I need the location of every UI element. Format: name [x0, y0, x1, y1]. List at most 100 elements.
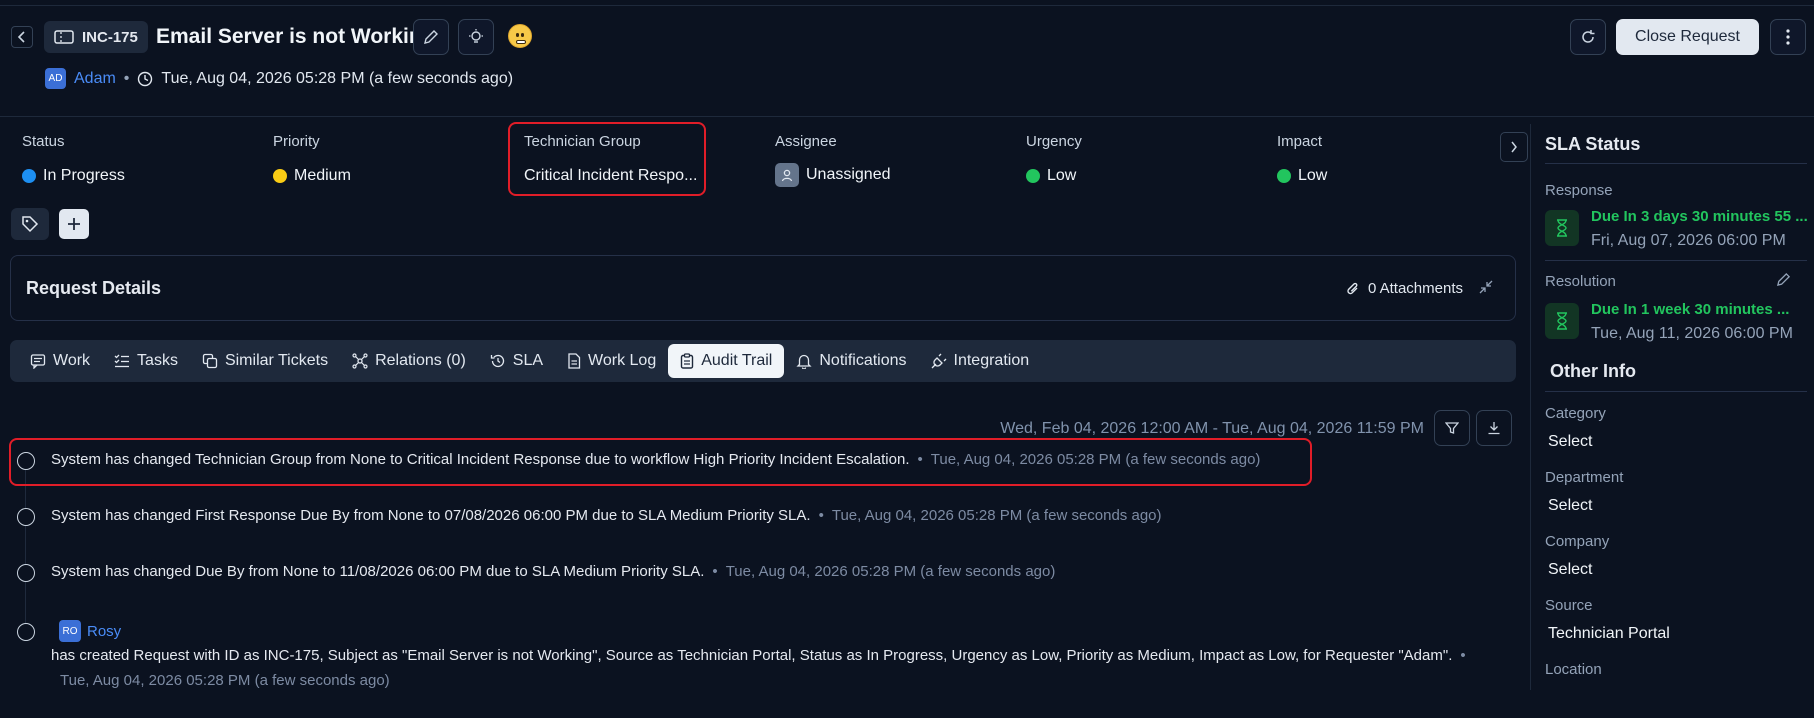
audit-entry-time: Tue, Aug 04, 2026 05:28 PM (a few second… [60, 672, 390, 689]
priority-label: Priority [273, 133, 320, 150]
tab-integration-label: Integration [953, 352, 1030, 369]
tab-work[interactable]: Work [18, 344, 102, 378]
timeline-node [17, 508, 35, 526]
close-request-button[interactable]: Close Request [1616, 19, 1759, 55]
request-details-panel[interactable]: Request Details 0 Attachments [10, 255, 1516, 321]
tab-sla[interactable]: SLA [478, 344, 555, 378]
separator-dot: • [123, 69, 130, 87]
impact-field[interactable]: Impact Low [1277, 133, 1327, 185]
request-details-title: Request Details [26, 278, 162, 298]
sla-status-title: SLA Status [1545, 134, 1641, 154]
tags-button[interactable] [11, 208, 49, 240]
other-info-title: Other Info [1550, 361, 1636, 381]
tab-tasks-label: Tasks [137, 352, 178, 369]
impact-label: Impact [1277, 133, 1323, 150]
separator-dot: • [1460, 647, 1466, 664]
page-title: Email Server is not Working [156, 25, 435, 48]
chevron-left-icon [17, 31, 25, 43]
sidebar-divider [1530, 124, 1531, 690]
department-select[interactable]: Select [1548, 497, 1592, 515]
timeline-node [17, 564, 35, 582]
status-dot [22, 169, 36, 183]
source-value[interactable]: Technician Portal [1548, 625, 1670, 643]
tab-work-log-label: Work Log [588, 352, 657, 369]
tab-similar-tickets-label: Similar Tickets [224, 352, 329, 369]
download-button[interactable] [1476, 410, 1512, 446]
sidebar-divider [1545, 391, 1807, 392]
collapse-icon[interactable] [1479, 280, 1493, 299]
clock-icon [138, 71, 153, 86]
refresh-icon [1582, 30, 1595, 43]
filter-button[interactable] [1434, 410, 1470, 446]
idea-button[interactable] [458, 19, 494, 55]
sidebar-divider [1545, 260, 1807, 261]
lightbulb-icon [469, 29, 483, 43]
edit-resolution-icon[interactable] [1776, 272, 1791, 292]
tab-tasks[interactable]: Tasks [102, 344, 190, 378]
source-label: Source [1545, 597, 1593, 614]
priority-field[interactable]: Priority Medium [273, 133, 351, 185]
pencil-icon [424, 30, 438, 44]
category-select[interactable]: Select [1548, 433, 1592, 451]
bell-icon [796, 354, 812, 369]
urgency-label: Urgency [1026, 133, 1082, 150]
hourglass-icon [1545, 303, 1579, 339]
created-timestamp: Tue, Aug 04, 2026 05:28 PM (a few second… [161, 69, 514, 87]
audit-entry-time: Tue, Aug 04, 2026 05:28 PM (a few second… [725, 563, 1056, 580]
ticket-id-chip: INC-175 [44, 21, 148, 53]
requester-avatar: AD [45, 68, 66, 89]
document-icon [568, 353, 581, 369]
response-label: Response [1545, 182, 1613, 199]
attachments-link[interactable]: 0 Attachments [1346, 280, 1463, 297]
plus-icon [68, 218, 80, 230]
tab-notifications[interactable]: Notifications [784, 344, 918, 378]
timeline-line [25, 462, 26, 632]
urgency-value: Low [1047, 167, 1077, 184]
network-icon [352, 353, 368, 369]
refresh-button[interactable] [1570, 19, 1606, 55]
status-value: In Progress [43, 167, 125, 184]
add-tag-button[interactable] [59, 209, 89, 239]
back-button[interactable] [11, 26, 33, 48]
audit-entry-text: System has changed Due By from None to 1… [51, 563, 705, 580]
sentiment-emoji-icon[interactable] [508, 24, 532, 48]
edit-title-button[interactable] [413, 19, 449, 55]
priority-dot [273, 169, 287, 183]
ticket-icon [54, 30, 74, 44]
clipboard-icon [681, 353, 694, 369]
request-meta: AD Adam • Tue, Aug 04, 2026 05:28 PM (a … [45, 68, 513, 89]
top-border [0, 5, 1814, 6]
urgency-field[interactable]: Urgency Low [1026, 133, 1082, 185]
audit-entry-time: Tue, Aug 04, 2026 05:28 PM (a few second… [831, 507, 1162, 524]
tab-integration[interactable]: Integration [919, 344, 1042, 378]
impact-dot [1277, 169, 1291, 183]
expand-sidebar-button[interactable] [1500, 132, 1528, 162]
tab-audit-trail[interactable]: Audit Trail [668, 344, 785, 378]
tab-notifications-label: Notifications [819, 352, 907, 369]
assignee-label: Assignee [775, 133, 837, 150]
company-select[interactable]: Select [1548, 561, 1592, 579]
history-icon [490, 354, 504, 368]
user-avatar: RO [59, 620, 81, 642]
department-label: Department [1545, 469, 1624, 486]
more-vertical-icon [1786, 29, 1790, 45]
response-date: Fri, Aug 07, 2026 06:00 PM [1591, 232, 1786, 249]
more-options-button[interactable] [1770, 19, 1806, 55]
company-label: Company [1545, 533, 1610, 550]
tab-work-log[interactable]: Work Log [555, 344, 668, 378]
user-link[interactable]: Rosy [87, 623, 121, 640]
detail-tabs: Work Tasks Similar Tickets Relations (0)… [10, 340, 1516, 382]
paperclip-icon [1347, 282, 1358, 294]
tab-relations[interactable]: Relations (0) [340, 344, 478, 378]
resolution-due: Due In 1 week 30 minutes ... [1591, 301, 1790, 318]
tab-similar-tickets[interactable]: Similar Tickets [190, 344, 340, 378]
date-range[interactable]: Wed, Feb 04, 2026 12:00 AM - Tue, Aug 04… [1000, 420, 1424, 438]
priority-value: Medium [294, 167, 351, 184]
assignee-field[interactable]: Assignee Unassigned [775, 133, 891, 187]
status-field[interactable]: Status In Progress [22, 133, 125, 185]
separator-dot: • [818, 507, 824, 524]
technician-group-highlight [508, 122, 706, 196]
urgency-dot [1026, 169, 1040, 183]
requester-link[interactable]: Adam [74, 70, 116, 88]
sidebar-divider [1545, 163, 1807, 164]
